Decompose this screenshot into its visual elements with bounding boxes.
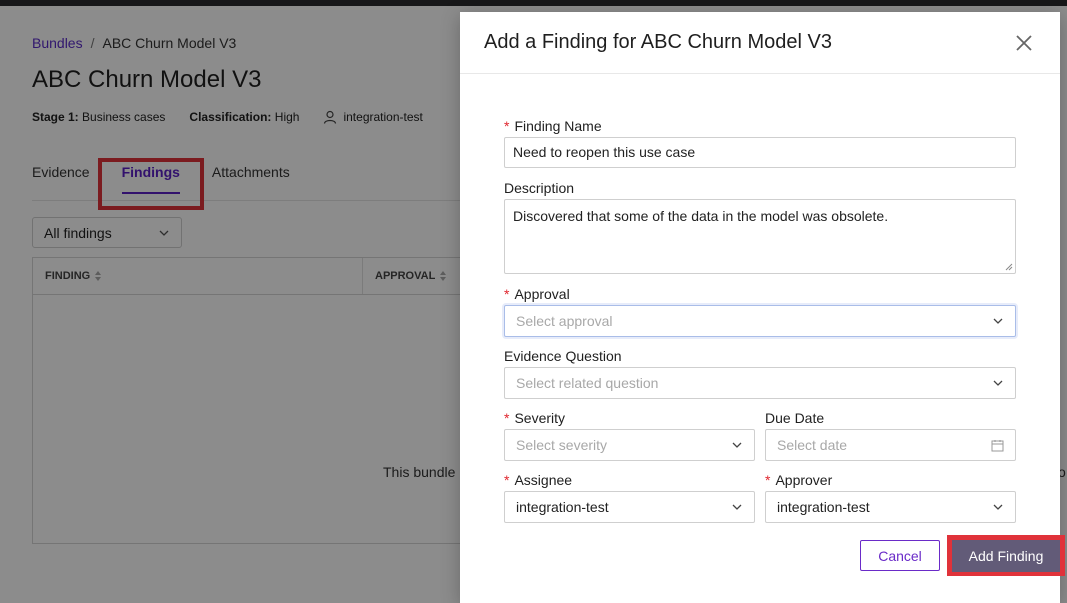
finding-name-input[interactable]: Need to reopen this use case	[504, 137, 1016, 168]
description-label: Description	[504, 180, 575, 196]
assignee-value: integration-test	[516, 499, 609, 515]
description-value: Discovered that some of the data in the …	[513, 208, 889, 224]
add-finding-button-highlight: Add Finding	[947, 535, 1065, 576]
required-marker: *	[504, 472, 510, 488]
due-date-placeholder: Select date	[777, 437, 848, 453]
description-textarea[interactable]: Discovered that some of the data in the …	[504, 199, 1016, 274]
chevron-down-icon	[732, 442, 742, 448]
finding-name-value: Need to reopen this use case	[513, 144, 696, 160]
required-marker: *	[504, 118, 510, 134]
resize-handle-icon[interactable]	[1005, 263, 1013, 271]
required-marker: *	[504, 410, 510, 426]
required-marker: *	[504, 286, 510, 302]
assignee-label-text: Assignee	[514, 472, 573, 488]
assignee-select[interactable]: integration-test	[504, 491, 755, 523]
assignee-label: * Assignee	[504, 472, 572, 488]
chevron-down-icon	[732, 504, 742, 510]
cancel-button[interactable]: Cancel	[860, 540, 940, 571]
add-finding-modal: Add a Finding for ABC Churn Model V3 * Fi…	[460, 12, 1065, 603]
close-button[interactable]	[1012, 31, 1036, 55]
due-date-label: Due Date	[765, 410, 825, 426]
approval-label-text: Approval	[514, 286, 570, 302]
chevron-down-icon	[993, 380, 1003, 386]
chevron-down-icon	[993, 504, 1003, 510]
finding-name-label: * Finding Name	[504, 118, 602, 134]
severity-select[interactable]: Select severity	[504, 429, 755, 461]
severity-label-text: Severity	[514, 410, 566, 426]
severity-placeholder: Select severity	[516, 437, 608, 453]
approver-label-text: Approver	[775, 472, 833, 488]
chevron-down-icon	[993, 318, 1003, 324]
approval-label: * Approval	[504, 286, 570, 302]
required-marker: *	[765, 472, 771, 488]
approver-value: integration-test	[777, 499, 870, 515]
finding-name-label-text: Finding Name	[514, 118, 602, 134]
add-finding-button[interactable]: Add Finding	[952, 539, 1060, 572]
evidence-question-placeholder: Select related question	[516, 375, 659, 391]
modal-title: Add a Finding for ABC Churn Model V3	[484, 31, 832, 53]
approver-label: * Approver	[765, 472, 832, 488]
due-date-picker[interactable]: Select date	[765, 429, 1016, 461]
close-icon	[1016, 34, 1032, 51]
modal-header: Add a Finding for ABC Churn Model V3	[460, 12, 1060, 74]
severity-label: * Severity	[504, 410, 565, 426]
calendar-icon	[991, 439, 1004, 451]
evidence-question-select[interactable]: Select related question	[504, 367, 1016, 399]
evidence-question-label: Evidence Question	[504, 348, 622, 364]
approver-select[interactable]: integration-test	[765, 491, 1016, 523]
approval-placeholder: Select approval	[516, 313, 613, 329]
approval-select[interactable]: Select approval	[504, 305, 1016, 337]
